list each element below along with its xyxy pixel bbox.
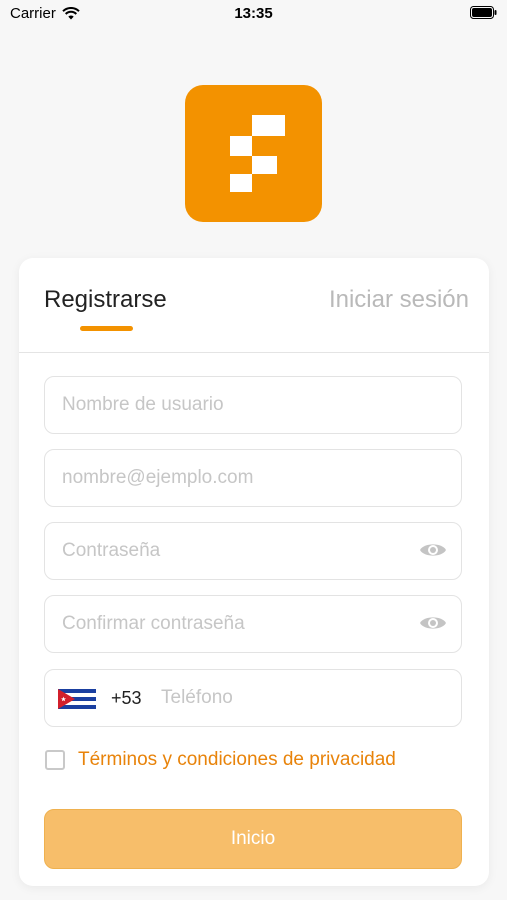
phone-input[interactable] [161,670,411,726]
password-field [44,522,462,580]
tabs-divider [19,352,489,353]
username-field [44,376,462,434]
confirm-password-input[interactable] [62,596,392,652]
app-logo-icon [185,85,322,222]
eye-icon[interactable] [419,540,447,560]
password-input[interactable] [62,523,392,579]
country-dial-code[interactable]: +53 [111,688,142,709]
email-input[interactable] [62,450,392,506]
auth-card: Registrarse Iniciar sesión Nombre de usu… [19,258,489,886]
confirm-password-field [44,595,462,653]
battery-icon [470,6,497,19]
active-tab-indicator [80,326,133,331]
terms-link[interactable]: Términos y condiciones de privacidad [78,749,396,771]
terms-checkbox[interactable] [45,750,65,770]
tab-register[interactable]: Registrarse [44,286,167,314]
submit-button[interactable]: Inicio [44,809,462,869]
status-time: 13:35 [234,5,273,22]
status-bar: Carrier 13:35 [0,0,507,28]
tab-login[interactable]: Iniciar sesión [329,286,469,314]
phone-field: +53 [44,669,462,727]
username-input[interactable] [62,377,392,433]
cuba-flag-icon[interactable] [58,689,96,709]
email-field [44,449,462,507]
eye-icon[interactable] [419,613,447,633]
